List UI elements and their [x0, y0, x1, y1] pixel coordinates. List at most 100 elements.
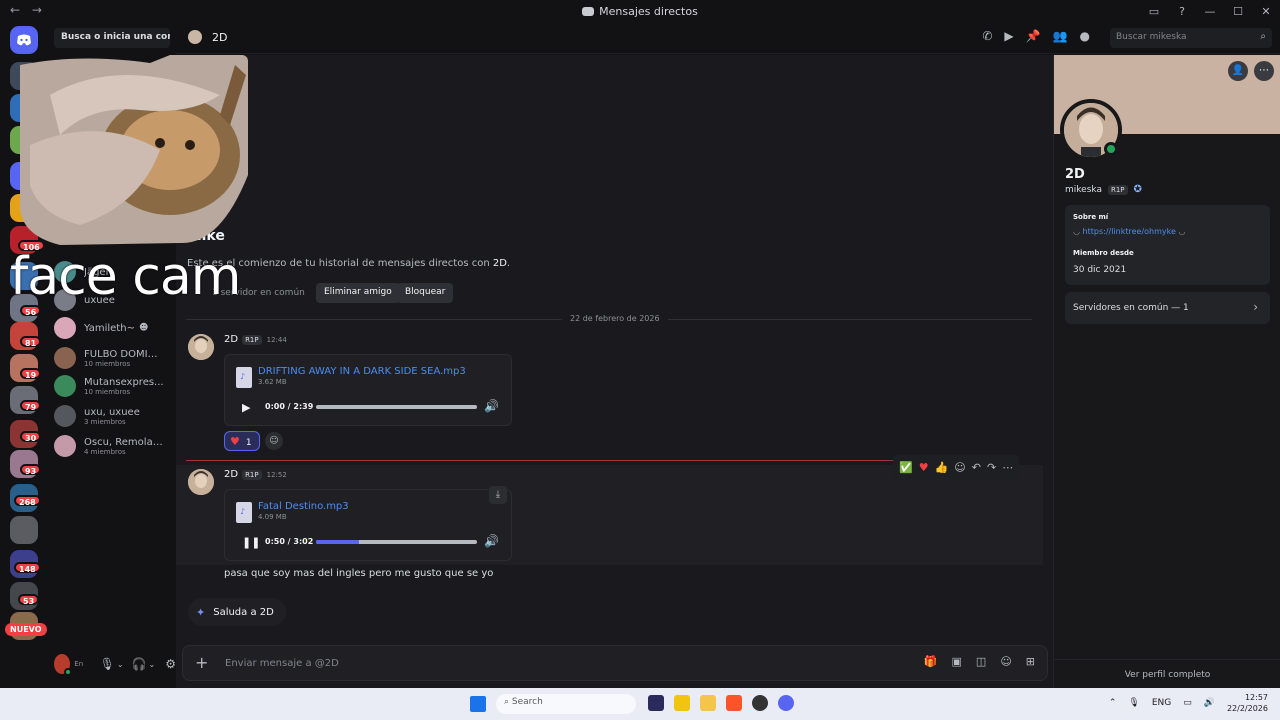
chevron-down-icon[interactable]: ⌄ — [149, 660, 156, 669]
windows-start-icon[interactable] — [470, 696, 486, 712]
headphones-icon[interactable]: 🎧 — [132, 657, 147, 671]
premiere-app-icon[interactable] — [648, 695, 664, 711]
dm-list-item[interactable]: Mutansexpres... 10 miembros — [54, 372, 172, 400]
avatar[interactable] — [188, 334, 214, 360]
add-friends-to-dm-icon[interactable]: 👥 — [1053, 29, 1068, 43]
audio-progress-bar[interactable] — [316, 405, 477, 409]
more-icon[interactable]: ⋯ — [1002, 461, 1013, 474]
volume-icon[interactable]: 🔊 — [484, 534, 499, 548]
system-tray: ⌃ 🎙 ENG ▭ 🔊 12:57 22/2/2026 — [1109, 692, 1268, 714]
search-icon: ⌕ — [504, 697, 512, 707]
download-icon[interactable]: ⤓ — [489, 486, 507, 504]
microphone-icon[interactable]: 🎙 — [1128, 698, 1139, 708]
avatar[interactable] — [54, 654, 73, 676]
apps-icon[interactable]: ⊞ — [1026, 655, 1035, 668]
server-icon[interactable] — [10, 516, 38, 544]
brave-browser-icon[interactable] — [726, 695, 742, 711]
add-friend-icon[interactable]: 👤 — [1228, 61, 1248, 81]
chevron-right-icon: › — [1253, 300, 1258, 314]
avatar[interactable] — [188, 469, 214, 495]
dm-list-item[interactable]: FULBO DOMIN... 10 miembros — [54, 344, 172, 372]
minimize-button[interactable]: — — [1196, 5, 1224, 18]
profile-username: mikeska — [1065, 184, 1102, 195]
check-reaction-icon[interactable]: ✅ — [899, 461, 913, 474]
dm-list-item[interactable]: Yamileth~ ☻ — [54, 314, 172, 342]
volume-icon[interactable]: 🔊 — [484, 399, 499, 413]
find-conversation-button[interactable]: Busca o inicia una conv... — [54, 28, 170, 48]
avatar-image — [188, 334, 214, 360]
gift-icon[interactable]: 🎁 — [924, 655, 938, 668]
chat-area: mike Este es el comienzo de tu historial… — [176, 55, 1053, 688]
mutual-servers-label: Servidores en común — 1 — [1073, 303, 1189, 313]
chevron-down-icon[interactable]: ⌄ — [117, 660, 124, 669]
tray-expand-icon[interactable]: ⌃ — [1109, 698, 1117, 708]
gear-icon[interactable]: ⚙ — [165, 657, 176, 671]
add-reaction-icon[interactable]: ☺ — [954, 461, 965, 474]
mutual-servers-row[interactable]: Servidores en común — 1 › — [1065, 292, 1270, 324]
pin-icon[interactable]: 📌 — [1026, 29, 1041, 43]
heart-reaction-icon[interactable]: ♥ — [919, 461, 929, 474]
emoji-icon[interactable]: ☺ — [1000, 655, 1011, 668]
window-controls: ▭ ? — ☐ ✕ — [1140, 0, 1280, 22]
taskbar-search[interactable]: ⌕ Search — [496, 694, 636, 714]
message-author[interactable]: 2D — [224, 334, 238, 345]
guild-tag[interactable]: R1P — [1107, 184, 1128, 195]
maximize-button[interactable]: ☐ — [1224, 5, 1252, 18]
mention-badge: 19 — [20, 368, 42, 380]
file-explorer-icon[interactable] — [700, 695, 716, 711]
audio-progress-bar[interactable] — [316, 540, 477, 544]
inbox-icon[interactable]: ▭ — [1140, 5, 1168, 18]
remove-friend-button[interactable]: Eliminar amigo — [316, 283, 400, 303]
guild-tag[interactable]: R1P — [242, 469, 262, 480]
user-profile-icon[interactable]: ● — [1080, 29, 1090, 43]
volume-icon[interactable]: 🔊 — [1204, 698, 1215, 708]
forward-icon[interactable]: ↷ — [987, 461, 996, 474]
microphone-icon[interactable]: 🎙 — [100, 657, 115, 671]
audio-time: 0:00 / 2:39 — [265, 402, 314, 411]
play-icon[interactable]: ▶ — [242, 401, 250, 414]
dm-list-item[interactable]: Oscu, Remolac... 4 miembros — [54, 432, 172, 460]
app-icon[interactable] — [752, 695, 768, 711]
view-full-profile-button[interactable]: Ver perfil completo — [1054, 659, 1280, 688]
dm-name: uxu, uxuee — [84, 406, 140, 418]
voice-call-icon[interactable]: ✆ — [982, 29, 992, 43]
heart-reaction[interactable]: ♥ 1 — [224, 431, 260, 451]
file-name-link[interactable]: DRIFTING AWAY IN A DARK SIDE SEA.mp3 — [258, 366, 466, 377]
dm-name: FULBO DOMIN... — [84, 348, 164, 360]
ghost-icon: ☻ — [138, 323, 149, 333]
nitro-badge-icon[interactable]: ✪ — [1134, 184, 1142, 195]
guild-tag[interactable]: R1P — [242, 334, 262, 345]
search-input[interactable]: Buscar mikeska ⌕ — [1110, 28, 1272, 48]
close-button[interactable]: ✕ — [1252, 5, 1280, 18]
reply-icon[interactable]: ↶ — [972, 461, 981, 474]
display-icon[interactable]: ▭ — [1183, 698, 1192, 708]
file-size: 4.09 MB — [258, 513, 287, 521]
help-icon[interactable]: ? — [1168, 5, 1196, 18]
gif-icon[interactable]: ▣ — [952, 655, 962, 668]
audio-file-icon — [236, 367, 252, 388]
more-icon[interactable]: ⋯ — [1254, 61, 1274, 81]
add-reaction-icon[interactable]: ☺ — [265, 432, 283, 450]
audio-attachment: ⤓ Fatal Destino.mp3 4.09 MB ❚❚ 0:50 / 3:… — [224, 486, 512, 561]
block-button[interactable]: Bloquear — [397, 283, 454, 303]
thumbs-up-icon[interactable]: 👍 — [935, 461, 949, 474]
message-input[interactable] — [225, 655, 725, 671]
video-call-icon[interactable]: ▶ — [1004, 29, 1013, 43]
home-button[interactable] — [10, 26, 38, 54]
language-indicator[interactable]: ENG — [1152, 698, 1171, 708]
wave-button[interactable]: ✦ Saluda a 2D — [188, 598, 286, 626]
upload-plus-icon[interactable]: + — [195, 653, 208, 672]
dm-name: Mutansexpres... — [84, 376, 164, 388]
dm-list-item[interactable]: uxu, uxuee 3 miembros — [54, 402, 172, 430]
profile-link[interactable]: ◡ https://linktree/ohmyke ◡ — [1073, 227, 1185, 236]
store-app-icon[interactable] — [674, 695, 690, 711]
message-author[interactable]: 2D — [224, 469, 238, 480]
file-name-link[interactable]: Fatal Destino.mp3 — [258, 501, 349, 512]
discord-taskbar-icon[interactable] — [778, 695, 794, 711]
custom-status: En ... — [74, 660, 85, 668]
avatar — [188, 30, 202, 44]
pause-icon[interactable]: ❚❚ — [242, 536, 260, 549]
new-messages-line — [186, 460, 896, 461]
clock[interactable]: 12:57 22/2/2026 — [1227, 692, 1268, 714]
sticker-icon[interactable]: ◫ — [976, 655, 986, 668]
